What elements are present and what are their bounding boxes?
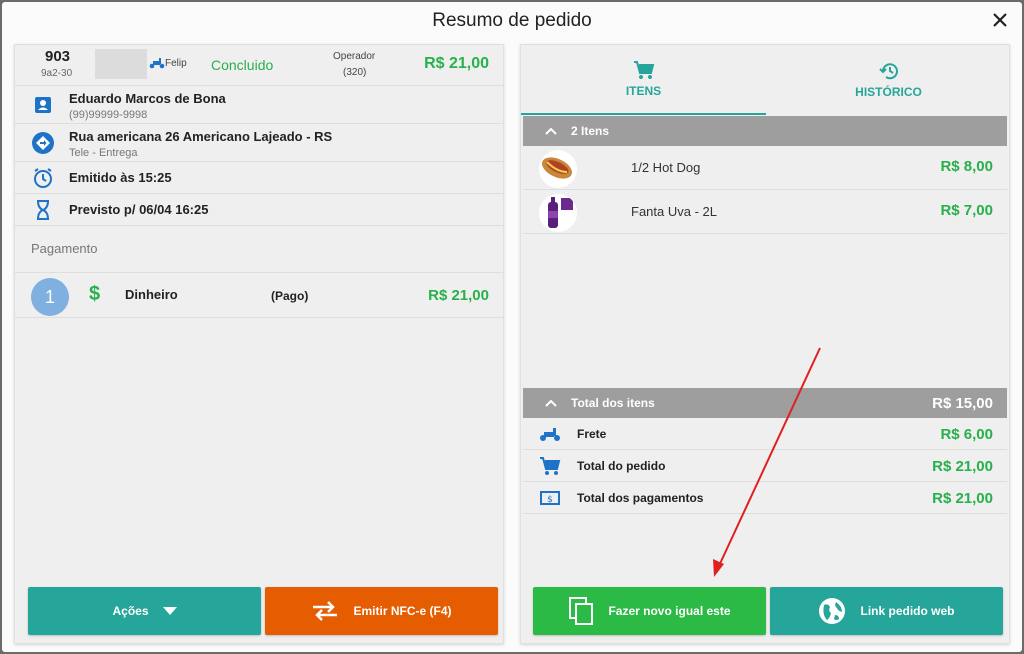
order-total-label: Total do pedido bbox=[577, 459, 666, 473]
order-thumbnail bbox=[95, 49, 147, 79]
delivery-person-name: Felipe bbox=[165, 57, 187, 69]
operator-code: (320) bbox=[343, 67, 367, 78]
totals-header-bar[interactable]: Total dos itens R$ 15,00 bbox=[523, 388, 1007, 418]
payment-method: Dinheiro bbox=[125, 287, 178, 302]
payment-amount: R$ 21,00 bbox=[428, 287, 489, 304]
operator-label: Operador bbox=[333, 51, 376, 62]
web-order-link-label: Link pedido web bbox=[860, 604, 955, 618]
hourglass-icon bbox=[29, 196, 57, 224]
items-count: 2 Itens bbox=[571, 124, 610, 138]
chevron-up-icon bbox=[545, 127, 557, 135]
scooter-icon bbox=[539, 424, 561, 444]
totals-header-value: R$ 15,00 bbox=[932, 394, 993, 412]
chevron-up-icon bbox=[545, 399, 557, 407]
order-header-row: 903 9a2-30 Felipe Concluido Operador (32… bbox=[15, 45, 503, 86]
payment-index-badge: 1 bbox=[31, 278, 69, 316]
payments-total-row: $ Total dos pagamentos R$ 21,00 bbox=[523, 482, 1007, 514]
order-number: 903 bbox=[45, 48, 71, 65]
payment-state: (Pago) bbox=[271, 289, 309, 303]
tab-items[interactable]: ITENS bbox=[521, 45, 766, 115]
address-line: Rua americana 26 Americano Lajeado - RS bbox=[69, 129, 333, 144]
items-header-bar[interactable]: 2 Itens bbox=[523, 116, 1007, 146]
item-row[interactable]: Fanta Uva - 2L R$ 7,00 bbox=[523, 190, 1007, 234]
globe-icon bbox=[819, 598, 846, 624]
actions-button-label: Ações bbox=[112, 604, 149, 618]
soda-bottle-image bbox=[539, 194, 577, 232]
delivery-person-tag: Felipe bbox=[149, 57, 187, 69]
copy-icon bbox=[569, 597, 594, 625]
expected-row: Previsto p/ 06/04 16:25 bbox=[15, 194, 503, 226]
modal-title: Resumo de pedido bbox=[432, 10, 592, 31]
payment-row: 1 $ Dinheiro (Pago) R$ 21,00 bbox=[15, 272, 503, 318]
delivery-type: Tele - Entrega bbox=[69, 147, 138, 159]
tab-bar: ITENS HISTÓRICO bbox=[521, 45, 1009, 115]
contact-icon bbox=[29, 91, 57, 119]
new-same-order-label: Fazer novo igual este bbox=[608, 604, 731, 618]
item-price: R$ 8,00 bbox=[940, 158, 993, 175]
order-total-row: Total do pedido R$ 21,00 bbox=[523, 450, 1007, 482]
order-total-value: R$ 21,00 bbox=[932, 458, 993, 475]
directions-icon bbox=[29, 129, 57, 157]
caret-down-icon bbox=[162, 607, 177, 615]
tab-history[interactable]: HISTÓRICO bbox=[766, 45, 1011, 115]
address-row: Rua americana 26 Americano Lajeado - RS … bbox=[15, 124, 503, 162]
freight-row: Frete R$ 6,00 bbox=[523, 418, 1007, 450]
emit-nfce-label: Emitir NFC-e (F4) bbox=[353, 604, 452, 618]
customer-phone: (99)99999-9998 bbox=[69, 109, 148, 121]
order-total: R$ 21,00 bbox=[424, 55, 489, 72]
history-icon bbox=[878, 63, 898, 80]
order-details-panel: 903 9a2-30 Felipe Concluido Operador (32… bbox=[14, 44, 504, 644]
issued-row: Emitido às 15:25 bbox=[15, 162, 503, 194]
items-panel: ITENS HISTÓRICO 2 Itens 1/2 Hot Dog R$ 8… bbox=[520, 44, 1010, 644]
new-same-order-button[interactable]: Fazer novo igual este bbox=[533, 587, 766, 635]
dollar-icon: $ bbox=[89, 283, 101, 305]
freight-label: Frete bbox=[577, 427, 607, 441]
item-row[interactable]: 1/2 Hot Dog R$ 8,00 bbox=[523, 146, 1007, 190]
cart-icon bbox=[633, 61, 654, 79]
totals-header-label: Total dos itens bbox=[571, 396, 655, 410]
svg-text:$: $ bbox=[547, 495, 553, 505]
issued-time: Emitido às 15:25 bbox=[69, 170, 172, 185]
expected-time: Previsto p/ 06/04 16:25 bbox=[69, 202, 209, 217]
web-order-link-button[interactable]: Link pedido web bbox=[770, 587, 1003, 635]
tab-history-label: HISTÓRICO bbox=[855, 85, 922, 99]
item-name: Fanta Uva - 2L bbox=[631, 204, 717, 219]
payments-total-value: R$ 21,00 bbox=[932, 490, 993, 507]
actions-button[interactable]: Ações bbox=[28, 587, 261, 635]
close-icon[interactable] bbox=[988, 8, 1012, 32]
scooter-icon bbox=[149, 58, 165, 69]
swap-arrows-icon bbox=[313, 601, 338, 621]
freight-value: R$ 6,00 bbox=[940, 426, 993, 443]
order-code: 9a2-30 bbox=[41, 68, 73, 79]
customer-name: Eduardo Marcos de Bona bbox=[69, 91, 226, 106]
money-icon: $ bbox=[539, 488, 561, 508]
cart-icon bbox=[539, 456, 561, 476]
item-price: R$ 7,00 bbox=[940, 202, 993, 219]
payment-section-label: Pagamento bbox=[31, 241, 98, 256]
payments-total-label: Total dos pagamentos bbox=[577, 491, 704, 505]
customer-row: Eduardo Marcos de Bona (99)99999-9998 bbox=[15, 86, 503, 124]
tab-items-label: ITENS bbox=[625, 84, 662, 98]
emit-nfce-button[interactable]: Emitir NFC-e (F4) bbox=[265, 587, 498, 635]
alarm-clock-icon bbox=[29, 164, 57, 192]
hotdog-image bbox=[539, 150, 577, 188]
item-name: 1/2 Hot Dog bbox=[631, 160, 701, 175]
order-summary-modal: Resumo de pedido 903 9a2-30 Felipe Concl… bbox=[2, 2, 1022, 652]
order-status: Concluido bbox=[211, 57, 274, 73]
